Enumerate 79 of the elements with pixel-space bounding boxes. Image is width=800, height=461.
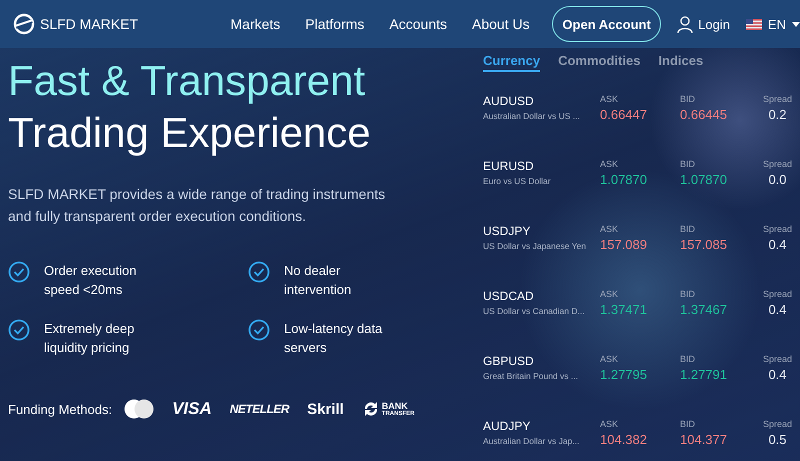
ask-label: ASK (600, 224, 620, 234)
symbol: USDCAD (483, 289, 535, 303)
feature-text: Order execution speed <20ms (44, 262, 138, 299)
spread-label: Spread (762, 419, 792, 429)
ask-price: 1.27795 (600, 367, 648, 382)
ask-price: 0.66447 (600, 107, 648, 122)
description: SLFD MARKET provides a wide range of trading instruments and fully transparent order execution conditions. (8, 185, 386, 226)
instrument-name: US Dollar vs Japanese Yen (483, 241, 588, 251)
nav-link[interactable]: Platforms (292, 16, 377, 32)
instrument-name: US Dollar vs Canadian D... (483, 306, 586, 316)
logo-icon (13, 13, 35, 35)
language-selector[interactable]: EN (746, 16, 800, 32)
ask-label: ASK (600, 159, 620, 169)
bid-label: BID (680, 419, 696, 429)
spread-value: 0.4 (768, 367, 787, 382)
spread-value: 0.5 (768, 432, 787, 447)
flag-icon (746, 18, 762, 30)
headline: Trading Experience (8, 108, 372, 158)
ask-label: ASK (600, 419, 620, 429)
market-tab[interactable]: Indices (658, 53, 704, 72)
ask-label: ASK (600, 354, 620, 364)
spread-label: Spread (762, 159, 792, 169)
feature-text: Extremely deep liquidity pricing (44, 320, 136, 357)
symbol: USDJPY (483, 224, 532, 238)
ask-price: 1.07870 (600, 172, 648, 187)
caret-icon (792, 22, 800, 26)
ask-price: 157.089 (600, 237, 648, 252)
spread-label: Spread (762, 94, 792, 104)
bid-price: 157.085 (680, 237, 728, 252)
spread-value: 0.2 (768, 107, 787, 122)
instrument-name: Great Britain Pound vs ... (483, 371, 579, 381)
user-icon (677, 16, 694, 32)
logo-text[interactable]: SLFD MARKET (40, 16, 138, 32)
visa-logo: VISA (172, 399, 212, 419)
bid-label: BID (680, 224, 696, 234)
neteller-logo: NETELLER (230, 402, 290, 416)
instrument-name: Euro vs US Dollar (483, 176, 552, 186)
spread-value: 0.4 (768, 302, 787, 317)
check-circle-icon (8, 319, 30, 341)
market-tab[interactable]: Commodities (558, 53, 640, 72)
open-account-button[interactable]: Open Account (552, 6, 662, 42)
ask-price: 104.382 (600, 432, 648, 447)
check-circle-icon (8, 261, 30, 283)
bid-label: BID (680, 94, 696, 104)
feature-text: No dealer intervention (284, 262, 352, 299)
symbol: EURUSD (483, 159, 535, 173)
bid-price: 1.37467 (680, 302, 728, 317)
spread-label: Spread (762, 289, 792, 299)
symbol: AUDJPY (483, 419, 532, 433)
funding-label: Funding Methods: (8, 402, 112, 416)
bid-price: 1.07870 (680, 172, 728, 187)
spread-label: Spread (762, 224, 792, 234)
symbol: GBPUSD (483, 354, 535, 368)
spread-value: 0.0 (768, 172, 787, 187)
ask-label: ASK (600, 289, 620, 299)
bid-label: BID (680, 159, 696, 169)
bid-label: BID (680, 354, 696, 364)
nav-link[interactable]: About Us (460, 16, 542, 32)
feature-text: Low-latency data servers (284, 320, 384, 357)
spread-label: Spread (762, 354, 792, 364)
check-circle-icon (248, 261, 270, 283)
spread-value: 0.4 (768, 237, 787, 252)
bid-price: 104.377 (680, 432, 728, 447)
market-tab[interactable]: Currency (483, 53, 540, 72)
login-link[interactable]: Login (677, 16, 730, 32)
instrument-name: Australian Dollar vs Jap... (483, 436, 580, 446)
nav-link[interactable]: Markets (218, 16, 293, 32)
headline: Fast & Transparent (8, 56, 366, 106)
ask-label: ASK (600, 94, 620, 104)
ask-price: 1.37471 (600, 302, 648, 317)
bid-price: 0.66445 (680, 107, 728, 122)
skrill-logo: Skrill (307, 400, 344, 418)
check-circle-icon (248, 319, 270, 341)
bid-label: BID (680, 289, 696, 299)
instrument-name: Australian Dollar vs US ... (483, 111, 581, 121)
card-logo-icon (124, 399, 154, 419)
nav-link[interactable]: Accounts (376, 16, 460, 32)
bid-price: 1.27791 (680, 367, 728, 382)
symbol: AUDUSD (483, 94, 535, 108)
